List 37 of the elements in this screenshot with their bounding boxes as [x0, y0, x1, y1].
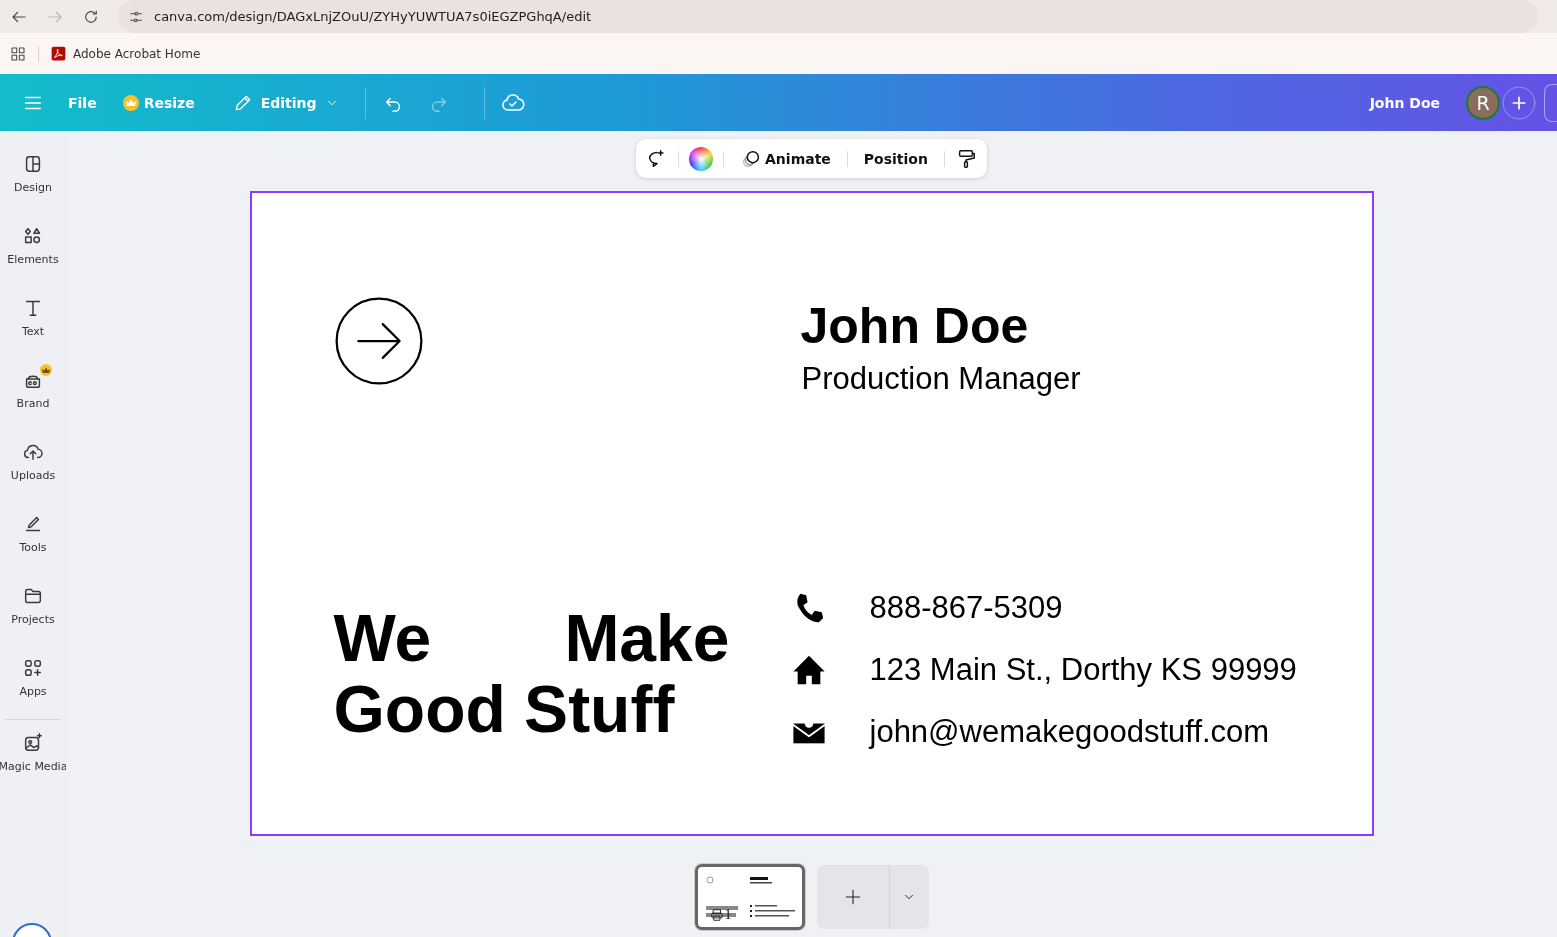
- contact-text: 123 Main St., Dorthy KS 99999: [869, 652, 1297, 688]
- name-heading: John Doe: [800, 297, 1029, 355]
- crown-icon: [122, 94, 139, 111]
- sidebar-item[interactable]: Uploads: [0, 431, 66, 503]
- share-button[interactable]: [1544, 83, 1557, 122]
- animate-button[interactable]: Animate: [734, 143, 837, 174]
- user-name[interactable]: John Doe: [1369, 94, 1440, 111]
- contact-text: john@wemakegoodstuff.com: [869, 714, 1270, 750]
- sidebar-item[interactable]: Design: [0, 143, 66, 215]
- sidebar-item[interactable]: Projects: [0, 575, 66, 647]
- sidebar-item[interactable]: Text: [0, 287, 66, 359]
- pdf-icon: [51, 46, 66, 61]
- sidebar-item[interactable]: Magic Media: [0, 722, 66, 794]
- page-thumbnail[interactable]: 1: [694, 864, 805, 930]
- page-number: 1: [724, 907, 732, 923]
- sidebar-item[interactable]: Elements: [0, 215, 66, 287]
- reload-icon[interactable]: [82, 7, 100, 26]
- add-person-button[interactable]: [1502, 85, 1536, 120]
- color-wheel-button[interactable]: [689, 146, 714, 171]
- bookmark-link[interactable]: Adobe Acrobat Home: [51, 46, 201, 61]
- apps-grid-icon[interactable]: [10, 45, 26, 62]
- sidebar-item[interactable]: Tools: [0, 503, 66, 575]
- contact-text: 888-867-5309: [869, 590, 1063, 626]
- image-sparkle-icon: [22, 732, 44, 754]
- printer-icon: [709, 908, 724, 922]
- house-icon: [791, 653, 826, 687]
- headline-text: We Make Good Stuff: [333, 603, 730, 745]
- position-button[interactable]: Position: [857, 146, 934, 171]
- job-title: Production Manager: [801, 361, 1081, 397]
- sidebar-item[interactable]: Brand: [0, 359, 66, 431]
- sidebar-item[interactable]: Apps: [0, 647, 66, 719]
- business-card[interactable]: John Doe Production Manager We Make Good Stuff 888-867-5309 123 Main St., Dorthy KS 99999 john@wemakegoodstuff.com: [249, 191, 1374, 836]
- url-text: canva.com/design/DAGxLnjZOuU/ZYHyYUWTUA7s0iEGZPGhqA/edit: [154, 9, 592, 24]
- arrow-circle-icon: [333, 296, 424, 386]
- address-bar[interactable]: canva.com/design/DAGxLnjZOuU/ZYHyYUWTUA7s0iEGZPGhqA/edit: [118, 0, 1538, 33]
- apps-icon: [22, 657, 44, 679]
- avatar[interactable]: R: [1466, 85, 1500, 120]
